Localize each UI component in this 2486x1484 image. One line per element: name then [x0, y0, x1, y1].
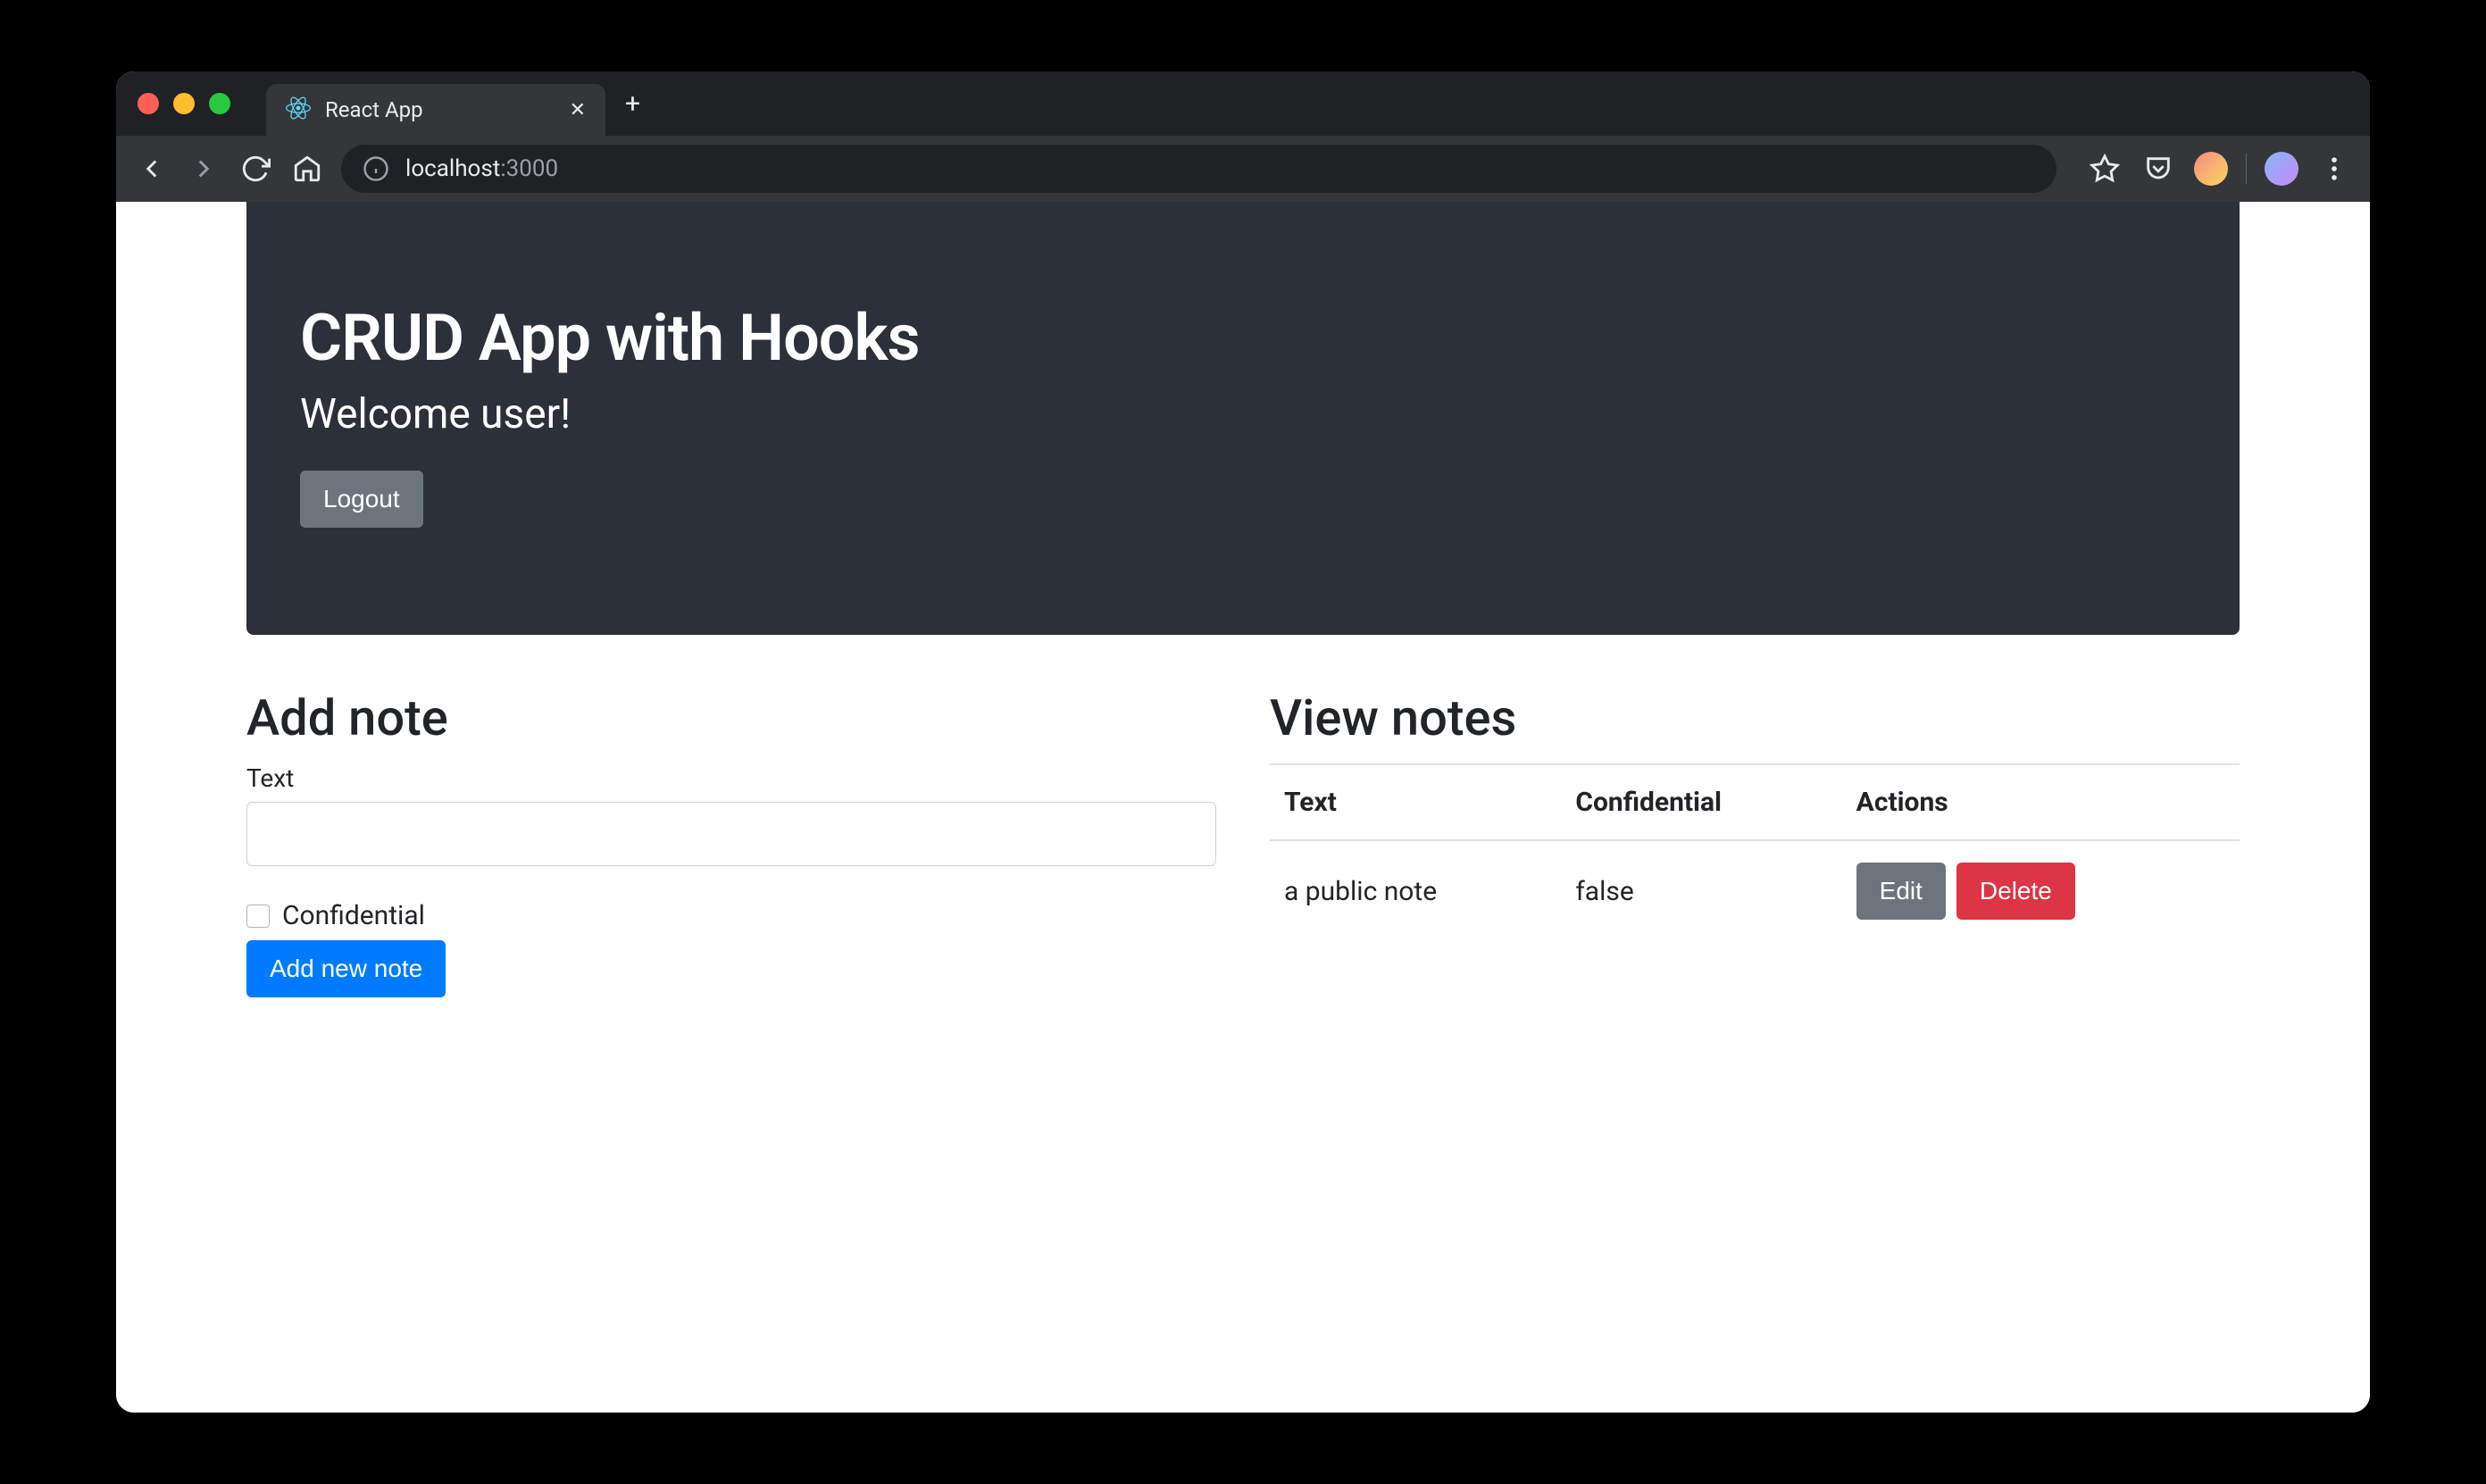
col-header-text: Text: [1270, 764, 1561, 840]
browser-chrome: React App ✕ + localhost:3000: [116, 71, 2370, 202]
browser-tab[interactable]: React App ✕: [266, 84, 605, 136]
hero: CRUD App with Hooks Welcome user! Logout: [246, 202, 2240, 635]
extension-avatar-icon[interactable]: [2194, 152, 2228, 186]
url-port: :3000: [500, 155, 558, 182]
tab-strip: React App ✕ +: [116, 71, 2370, 136]
forward-icon: [186, 151, 221, 187]
cell-confidential: false: [1561, 840, 1841, 941]
page-content: CRUD App with Hooks Welcome user! Logout…: [116, 202, 2370, 1413]
confidential-label: Confidential: [282, 900, 425, 931]
profile-avatar-icon[interactable]: [2265, 152, 2298, 186]
table-row: a public note false Edit Delete: [1270, 840, 2240, 941]
react-icon: [286, 96, 311, 124]
confidential-checkbox[interactable]: [246, 905, 270, 928]
toolbar-right: [2087, 151, 2352, 187]
traffic-lights: [138, 93, 230, 114]
add-note-heading: Add note: [246, 688, 1216, 747]
tab-title: React App: [325, 97, 555, 122]
back-icon[interactable]: [134, 151, 170, 187]
add-note-button[interactable]: Add new note: [246, 940, 446, 997]
text-input-label: Text: [246, 763, 1216, 793]
note-text-input[interactable]: [246, 802, 1216, 866]
col-header-actions: Actions: [1842, 764, 2240, 840]
table-header-row: Text Confidential Actions: [1270, 764, 2240, 840]
confidential-row: Confidential: [246, 900, 1216, 931]
new-tab-button[interactable]: +: [625, 88, 640, 120]
browser-window: React App ✕ + localhost:3000: [116, 71, 2370, 1413]
url-bar[interactable]: localhost:3000: [341, 145, 2056, 193]
reload-icon[interactable]: [238, 151, 273, 187]
site-info-icon[interactable]: [363, 155, 389, 182]
view-notes-heading: View notes: [1270, 688, 2240, 747]
main-columns: Add note Text Confidential Add new note …: [116, 635, 2370, 1051]
welcome-text: Welcome user!: [300, 390, 2186, 438]
url-text: localhost:3000: [405, 155, 558, 182]
logout-button[interactable]: Logout: [300, 471, 423, 528]
pocket-icon[interactable]: [2140, 151, 2176, 187]
separator: [2246, 154, 2247, 184]
col-header-confidential: Confidential: [1561, 764, 1841, 840]
browser-toolbar: localhost:3000: [116, 136, 2370, 202]
notes-table: Text Confidential Actions a public note …: [1270, 763, 2240, 941]
edit-button[interactable]: Edit: [1856, 863, 1946, 920]
add-note-section: Add note Text Confidential Add new note: [246, 688, 1216, 997]
cell-text: a public note: [1270, 840, 1561, 941]
url-host: localhost: [405, 155, 500, 182]
minimize-window-icon[interactable]: [173, 93, 195, 114]
close-window-icon[interactable]: [138, 93, 159, 114]
bookmark-star-icon[interactable]: [2087, 151, 2123, 187]
home-icon[interactable]: [289, 151, 325, 187]
page-title: CRUD App with Hooks: [300, 300, 2186, 376]
view-notes-section: View notes Text Confidential Actions a p…: [1270, 688, 2240, 997]
maximize-window-icon[interactable]: [209, 93, 230, 114]
menu-dots-icon[interactable]: [2316, 151, 2352, 187]
delete-button[interactable]: Delete: [1956, 863, 2075, 920]
close-tab-icon[interactable]: ✕: [570, 99, 586, 121]
cell-actions: Edit Delete: [1842, 840, 2240, 941]
